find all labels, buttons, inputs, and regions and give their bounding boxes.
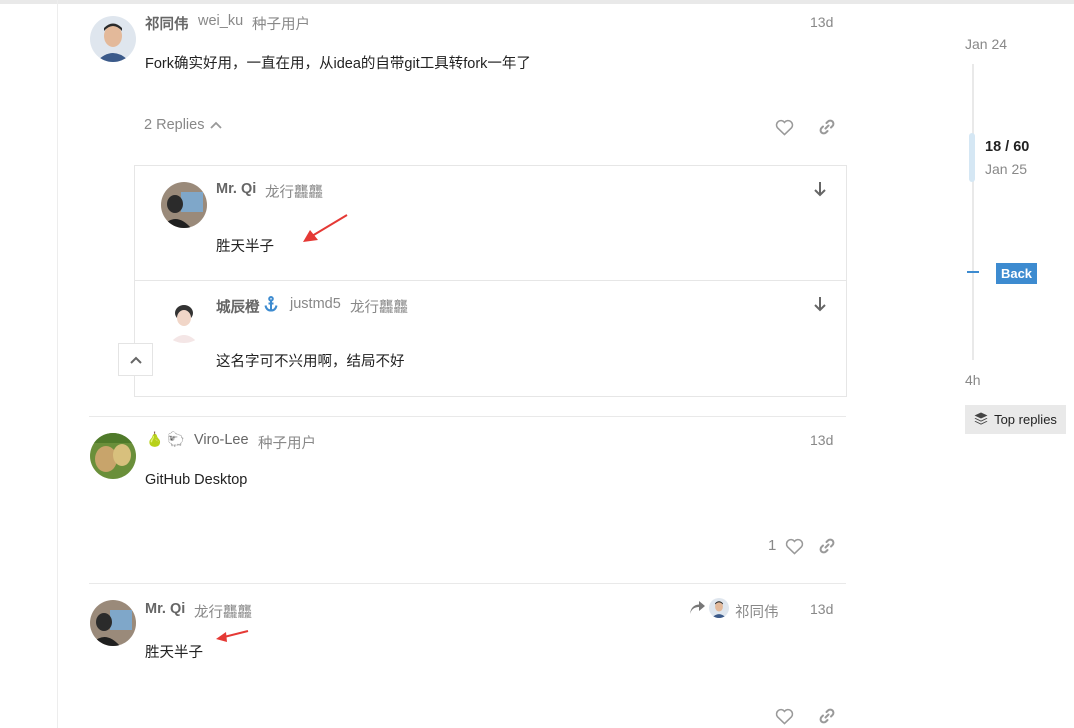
reply-username[interactable]: justmd5: [290, 296, 341, 312]
timeline-position: 18 / 60: [985, 139, 1030, 155]
replies-toggle-button[interactable]: 2 Replies: [144, 117, 223, 133]
layers-icon: [974, 412, 988, 428]
chevron-up-icon: [129, 351, 142, 369]
user-group-label: 龙行龘龘: [265, 185, 323, 201]
link-icon[interactable]: [816, 116, 838, 138]
user-group-label: 龙行龘龘: [350, 300, 408, 316]
timeline-scroll-handle[interactable]: [969, 133, 975, 182]
top-replies-button[interactable]: Top replies: [965, 405, 1066, 434]
annotation-arrow-icon: [216, 630, 249, 642]
embedded-replies-separator: [134, 280, 846, 281]
annotation-arrow-icon: [303, 214, 348, 242]
post-date[interactable]: 13d: [810, 601, 833, 617]
post-author-name[interactable]: 祁同伟: [145, 13, 189, 34]
post-body: 胜天半子: [145, 645, 203, 661]
collapse-replies-button[interactable]: [118, 343, 153, 376]
reply-author-name[interactable]: Mr. Qi: [216, 181, 256, 197]
post-divider: [89, 416, 846, 417]
avatar[interactable]: [161, 297, 207, 343]
arrow-down-icon[interactable]: [809, 178, 831, 200]
reply-body: 这名字可不兴用啊，结局不好: [216, 354, 405, 370]
timeline-position-date: Jan 25: [985, 161, 1028, 177]
replies-toggle-label: 2 Replies: [144, 117, 205, 133]
reply-arrow-icon: [689, 601, 706, 620]
reply-to-name[interactable]: 祁同伟: [735, 601, 779, 622]
reply-author-name[interactable]: 城辰橙: [216, 296, 260, 317]
arrow-down-icon[interactable]: [809, 293, 831, 315]
post-username[interactable]: wei_ku: [198, 13, 243, 29]
avatar[interactable]: [90, 16, 136, 62]
user-group-label: 种子用户: [258, 436, 316, 452]
heart-icon[interactable]: [783, 535, 805, 557]
post-body: GitHub Desktop: [145, 472, 248, 488]
avatar[interactable]: [161, 182, 207, 228]
like-count[interactable]: 1: [768, 537, 776, 554]
timeline-end-label[interactable]: 4h: [965, 372, 981, 388]
post-date[interactable]: 13d: [810, 432, 833, 448]
anchor-icon: [264, 296, 278, 317]
user-flair-emojis: 🍐 🐑: [146, 431, 185, 447]
heart-icon[interactable]: [773, 116, 795, 138]
left-gutter-rule: [57, 0, 58, 728]
post-date[interactable]: 13d: [810, 14, 833, 30]
avatar[interactable]: [90, 433, 136, 479]
post-author-name[interactable]: Mr. Qi: [145, 601, 185, 617]
heart-icon[interactable]: [773, 705, 795, 727]
link-icon[interactable]: [816, 705, 838, 727]
timeline-last-read-marker: [967, 271, 979, 273]
top-border: [0, 0, 1074, 4]
reply-to-avatar[interactable]: [709, 598, 729, 618]
chevron-up-icon: [210, 117, 223, 133]
link-icon[interactable]: [816, 535, 838, 557]
timeline-start-date[interactable]: Jan 24: [965, 36, 1007, 52]
post-body: Fork确实好用，一直在用，从idea的自带git工具转fork一年了: [145, 56, 531, 72]
post-divider: [89, 583, 846, 584]
top-replies-label: Top replies: [994, 412, 1057, 427]
timeline-scrollbar-track[interactable]: [972, 64, 974, 360]
user-group-label: 龙行龘龘: [194, 605, 252, 621]
avatar[interactable]: [90, 600, 136, 646]
reply-body: 胜天半子: [216, 239, 274, 255]
back-button[interactable]: Back: [996, 263, 1037, 284]
post-username[interactable]: Viro-Lee: [194, 432, 249, 448]
user-group-label: 种子用户: [252, 17, 310, 33]
